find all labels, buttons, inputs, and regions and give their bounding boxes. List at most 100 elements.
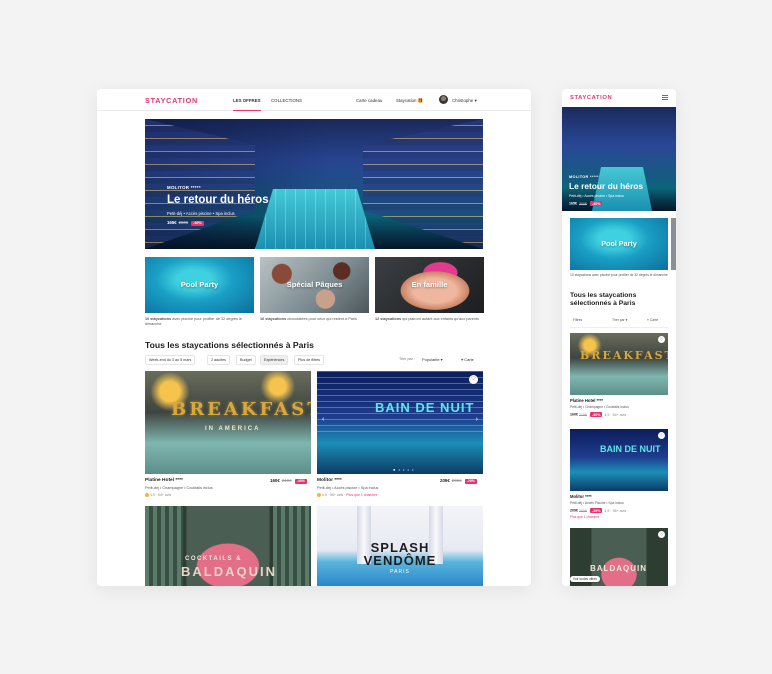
heart-icon[interactable]: ♡	[658, 336, 665, 343]
listing-price: 160€	[270, 478, 280, 483]
availability-link[interactable]: Plus que 1 chambre	[570, 515, 599, 519]
collection-label: En famille	[411, 280, 448, 289]
hero-price: 165€	[167, 220, 177, 225]
rating-icon	[317, 493, 321, 498]
availability-link[interactable]: Plus que 1 chambre	[346, 493, 377, 497]
heart-icon[interactable]: ♡	[658, 531, 665, 538]
user-name: Christophe	[452, 98, 474, 103]
listing-discount-badge: -40%	[590, 412, 603, 417]
collection-description: 16 staycations chocolatées pour ceux qui…	[260, 317, 370, 322]
mobile-logo[interactable]: STAYCATION	[570, 95, 612, 101]
neon-sign: COCKTAILS &	[185, 556, 243, 562]
section-title: Tous les staycations sélectionnés à Pari…	[145, 340, 314, 350]
neon-sign: BALDAQUIN	[590, 564, 647, 573]
listing-title[interactable]: Platine Hotel ****	[145, 478, 183, 483]
listing-card-image[interactable]: BAIN DE NUIT ♡	[570, 429, 668, 491]
sort-select[interactable]: Popularité ▾	[422, 357, 443, 362]
listing-title[interactable]: Molitor ****	[570, 494, 592, 499]
mobile-hero[interactable]: MOLITOR ***** Le retour du héros Petit-d…	[562, 107, 676, 211]
top-nav: STAYCATION LES OFFRES COLLECTIONS Carte …	[97, 89, 531, 111]
listing-subtitle: Petit-déj • Accès piscine • Spa inclus	[317, 486, 379, 490]
chevron-down-icon: ▾	[625, 318, 628, 322]
review-count: 96+ avis	[330, 493, 344, 497]
hero-text: MOLITOR ***** Le retour du héros Petit-d…	[167, 185, 269, 226]
listing-old-price: 295€	[579, 508, 587, 513]
gift-card-link[interactable]: Carte cadeau	[356, 98, 382, 103]
rating-icon	[145, 493, 149, 498]
staycation-label: Staycation	[396, 98, 417, 103]
collection-label: Pool Party	[180, 280, 219, 289]
neon-sign: BREAKFAST	[580, 349, 668, 362]
listing-card-image[interactable]: BAIN DE NUIT ‹ › ● • • • • ♡	[317, 371, 483, 474]
hero-old-price: 260€	[178, 220, 189, 225]
map-toggle[interactable]: ⌖ Carte	[647, 318, 658, 322]
staycation-link[interactable]: Staycation 🎁	[396, 98, 423, 104]
rating-value: 4.9	[150, 493, 155, 497]
hero-discount-badge: -40%	[590, 201, 603, 206]
filters-button[interactable]: Filtres	[573, 318, 582, 322]
hero-old-price: 260€	[579, 201, 587, 206]
sort-label: Trier par :	[399, 357, 415, 361]
sort-value: Popularité	[422, 357, 440, 362]
see-all-offers-button[interactable]: Voir toutes offres	[570, 576, 600, 582]
nav-collections-link[interactable]: COLLECTIONS	[271, 98, 302, 103]
rating-value: 4.9	[322, 493, 327, 497]
filter-budget[interactable]: Budget	[236, 355, 256, 365]
hero-building-right	[363, 119, 483, 249]
collection-pool-party[interactable]: Pool Party	[145, 257, 254, 313]
collection-next-peek[interactable]	[671, 218, 676, 270]
user-menu[interactable]: Christophe ▾	[452, 98, 477, 104]
collection-pool-party[interactable]: Pool Party	[570, 218, 668, 270]
listing-price-row: 160€ 210€ -40%	[270, 478, 307, 484]
hero-banner[interactable]: MOLITOR ***** Le retour du héros Petit-d…	[145, 119, 483, 249]
neon-sign-sub: IN AMERICA	[205, 426, 261, 432]
collection-special-paques[interactable]: Spécial Pâques	[260, 257, 369, 313]
filter-dates[interactable]: Week-end du 3 au 5 mars	[145, 355, 196, 365]
neon-sign: BAIN DE NUIT	[375, 400, 475, 415]
hero-subtitle: Petit-déj • Accès piscine • Spa inclus	[167, 211, 235, 216]
listing-rating: 4.9 · 54+ avis	[145, 493, 171, 498]
avatar[interactable]	[439, 95, 448, 104]
listing-old-price: 295€	[451, 478, 462, 483]
nav-offers-link[interactable]: LES OFFRES	[233, 98, 261, 111]
listing-card-image[interactable]: SPLASH VENDÔME PARIS	[317, 506, 483, 586]
filter-more[interactable]: Plus de filtres	[294, 355, 325, 365]
listing-title[interactable]: Molitor ****	[317, 478, 342, 483]
listing-card-image[interactable]: BREAKFAST ♡	[570, 333, 668, 395]
chevron-right-icon[interactable]: ›	[476, 416, 478, 423]
filter-guests[interactable]: 2 adultes	[207, 355, 230, 365]
listing-rating: 4.9 · 96+ avis · Plus que 1 chambre	[317, 493, 377, 498]
collection-description: 12 staycations qui plairont autant aux e…	[375, 317, 485, 322]
neon-sign: BREAKFAST	[171, 399, 311, 420]
collection-en-famille[interactable]: En famille	[375, 257, 484, 313]
listing-title[interactable]: Platine Hotel ****	[570, 398, 603, 403]
mobile-frame: STAYCATION MOLITOR ***** Le retour du hé…	[562, 89, 676, 586]
listing-card-image[interactable]: COCKTAILS & BALDAQUIN	[145, 506, 311, 586]
hero-title: Le retour du héros	[569, 181, 643, 191]
sort-select[interactable]: Trier par ▾	[612, 318, 627, 322]
listing-price-row: 160€210€ -40% 4.9 · 54+ avis	[570, 412, 626, 417]
heart-icon[interactable]: ♡	[658, 432, 665, 439]
hero-subtitle: Petit-déj • Accès piscine • Spa inclus	[569, 194, 624, 198]
collection-count: 10 staycations	[145, 317, 172, 321]
listing-subtitle: Petit-déj • Champagne • Cocktails inclus	[570, 405, 629, 409]
listing-discount-badge: -29%	[590, 508, 603, 513]
listing-price: 160€	[570, 412, 578, 417]
menu-icon[interactable]	[662, 95, 668, 100]
hero-price-row: 165€ 260€ -40%	[569, 201, 643, 206]
logo[interactable]: STAYCATION	[145, 96, 198, 105]
map-label: Carte	[464, 357, 474, 362]
map-toggle[interactable]: ⌖ Carte	[461, 357, 474, 362]
hero-title: Le retour du héros	[167, 194, 269, 206]
mobile-section-title: Tous les staycations sélectionnés à Pari…	[570, 292, 637, 308]
carousel-dots[interactable]: ● • • • •	[393, 467, 414, 472]
hero-hotel-name: MOLITOR *****	[569, 175, 599, 179]
filter-experiences[interactable]: Expériences	[260, 355, 289, 365]
hero-discount-badge: -40%	[191, 220, 204, 226]
listing-price: 209€	[570, 508, 578, 513]
hero-building-left	[145, 119, 255, 249]
listing-card-image[interactable]: BREAKFAST IN AMERICA	[145, 371, 311, 474]
heart-icon[interactable]: ♡	[469, 375, 478, 384]
chevron-left-icon[interactable]: ‹	[322, 416, 324, 423]
hero-pool	[255, 189, 375, 249]
